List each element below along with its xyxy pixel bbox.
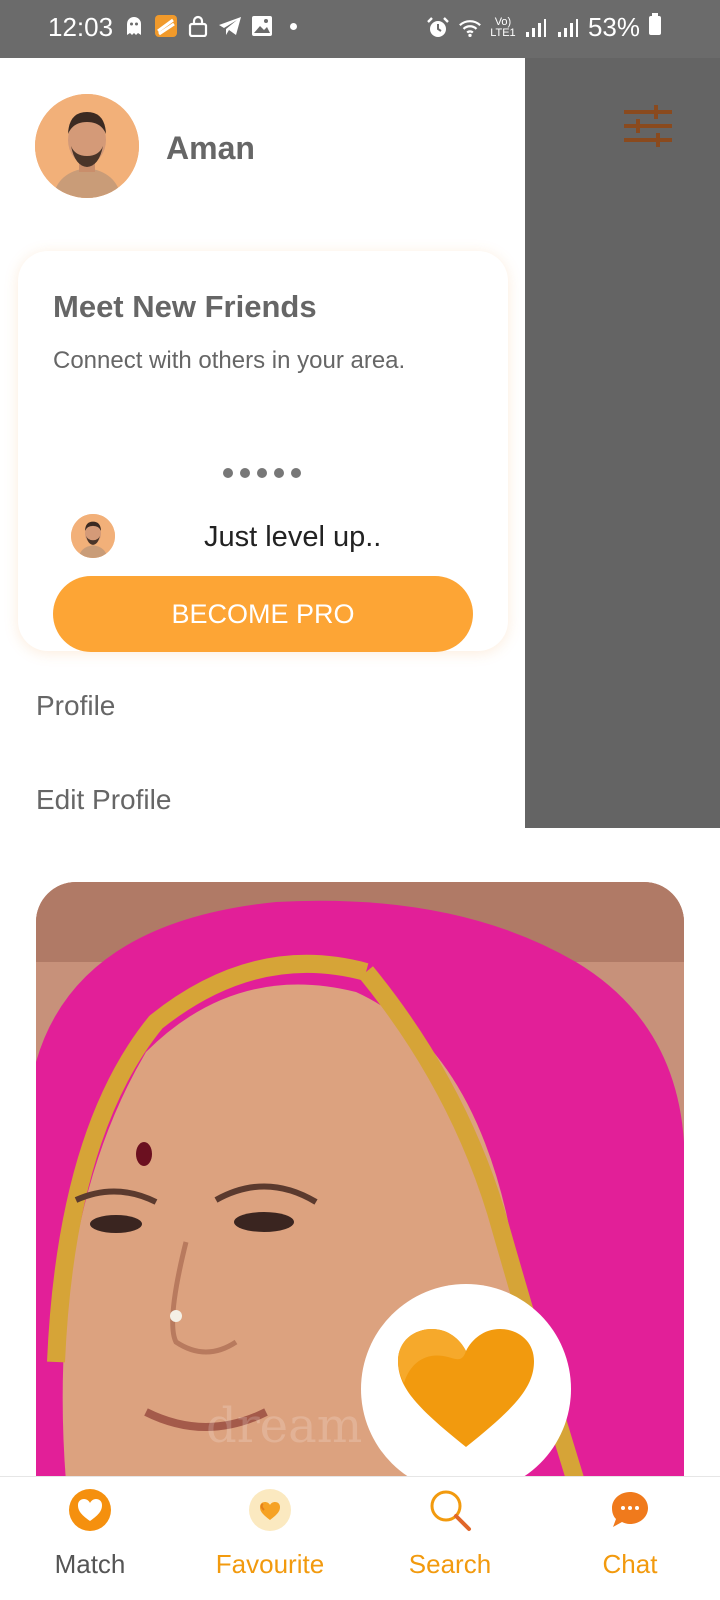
heart-circle-icon [67,1487,113,1533]
search-icon [427,1487,473,1533]
heart-icon [398,1329,534,1447]
avatar[interactable] [35,94,139,198]
promo-title: Meet New Friends [53,289,317,324]
sliders-icon [624,105,672,147]
become-pro-button[interactable]: BECOME PRO [53,576,473,652]
nav-label: Match [54,1549,126,1579]
signal-icon [556,16,580,40]
carousel-dots[interactable] [223,468,301,478]
signal-icon [524,16,548,40]
battery-icon [648,12,662,43]
nav-label: Favourite [215,1549,325,1579]
nav-favourite[interactable]: Favourite [180,1477,360,1600]
chat-bubble-icon [607,1487,653,1533]
wifi-icon [458,16,482,40]
nav-label: Chat [602,1549,658,1579]
menu-item-profile[interactable]: Profile [36,690,115,722]
like-button[interactable] [361,1284,571,1494]
carousel-dot[interactable] [274,468,284,478]
level-up-text: Just level up.. [204,521,382,553]
photo-watermark: dream [206,1398,362,1454]
carousel-dot[interactable] [291,468,301,478]
nav-search[interactable]: Search [360,1477,540,1600]
promo-subtitle: Connect with others in your area. [53,347,406,374]
nav-match[interactable]: Match [0,1477,180,1600]
ghost-icon [122,14,146,38]
nav-label: Search [408,1549,492,1579]
carousel-dot[interactable] [257,468,267,478]
bottom-nav: Match Favourite Search Chat [0,1476,720,1600]
alarm-icon [426,16,450,40]
status-right: Vo) LTE1 53% [426,12,662,43]
lock-icon [186,14,210,38]
promo-card: Meet New Friends Connect with others in … [18,251,508,652]
match-photo: dream [36,882,684,1482]
carousel-dot[interactable] [223,468,233,478]
nav-chat[interactable]: Chat [540,1477,720,1600]
hearts-icon [247,1487,293,1533]
carousel-dot[interactable] [240,468,250,478]
network-type-label: Vo) LTE1 [490,15,516,39]
side-drawer: Aman Meet New Friends Connect with other… [0,58,525,828]
menu-item-edit-profile[interactable]: Edit Profile [36,784,171,816]
notification-icons [122,14,297,38]
telegram-icon [218,14,242,38]
gallery-icon [250,14,274,38]
match-card[interactable]: dream [36,882,684,1482]
more-notifications-dot [290,22,297,30]
status-time: 12:03 [48,12,114,42]
user-photo [35,94,139,198]
app-screen: 12:03 Vo) LTE1 53% Aman Meet New Friends… [0,0,720,1600]
user-name: Aman [166,130,255,166]
battery-percent: 53% [587,12,640,42]
drawer-scrim[interactable] [525,58,720,828]
filter-button[interactable] [622,104,674,148]
user-photo-small [71,514,115,558]
level-avatar [71,514,115,558]
status-bar: 12:03 Vo) LTE1 53% [0,0,720,58]
app-icon [154,14,178,38]
